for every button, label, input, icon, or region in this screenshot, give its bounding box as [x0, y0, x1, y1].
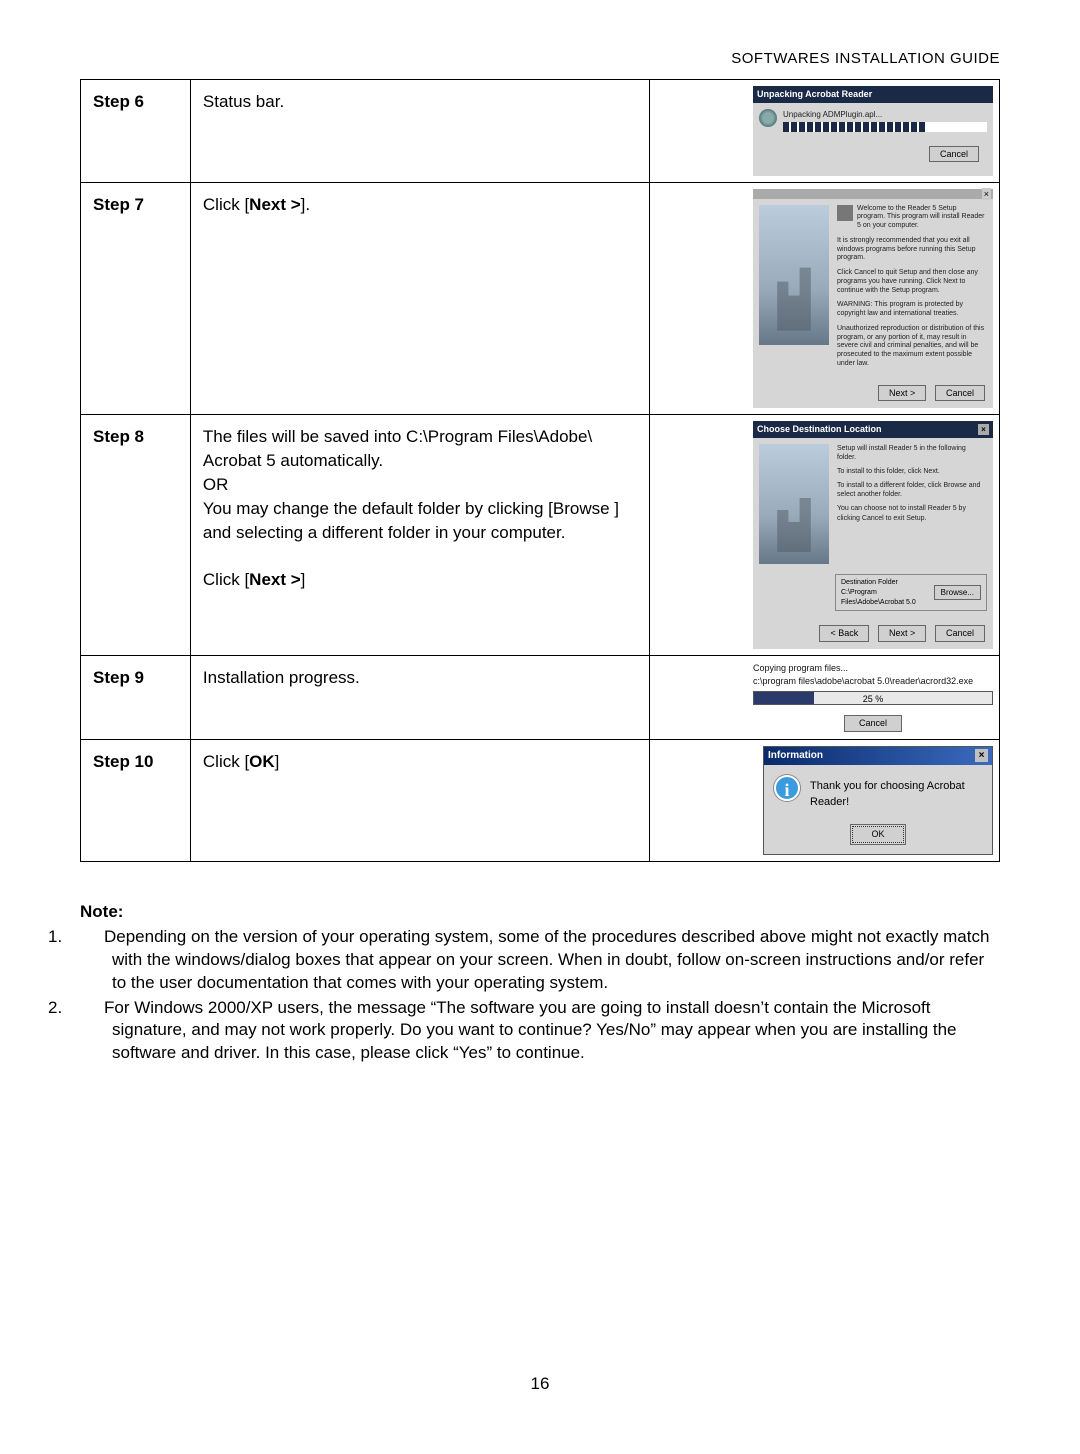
cancel-button[interactable]: Cancel	[929, 146, 979, 163]
close-icon[interactable]: ×	[978, 424, 989, 435]
dialog-titlebar: Unpacking Acrobat Reader	[753, 86, 993, 103]
unpacking-label: Unpacking ADMPlugin.apl...	[783, 109, 987, 120]
step6-screenshot: Unpacking Acrobat Reader Unpacking ADMPl…	[650, 80, 1000, 183]
wizard-text: Unauthorized reproduction or distributio…	[837, 325, 985, 369]
step9-desc: Installation progress.	[190, 656, 649, 740]
step8-label: Step 8	[81, 415, 191, 656]
text: Click [	[203, 195, 249, 214]
text: Acrobat 5 automatically.	[203, 451, 383, 470]
wizard-text: Welcome to the Reader 5 Setup program. T…	[837, 205, 985, 231]
text: Click [	[203, 570, 249, 589]
wizard-text: To install to this folder, click Next.	[837, 467, 985, 476]
note-heading: Note:	[80, 902, 1000, 922]
document-icon	[837, 205, 853, 221]
destination-box: Destination Folder C:\Program Files\Adob…	[835, 574, 987, 611]
progress-percent: 25 %	[863, 694, 884, 704]
text: The files will be saved into C:\Program …	[203, 427, 592, 446]
step10-desc: Click [OK]	[190, 740, 649, 862]
ok-button[interactable]: OK	[852, 826, 903, 843]
text: OR	[203, 475, 229, 494]
text-bold: Next >	[249, 195, 301, 214]
destination-label: Destination Folder	[841, 579, 898, 586]
progress-label: Copying program files...	[753, 662, 993, 675]
step6-label: Step 6	[81, 80, 191, 183]
wizard-text: To install to a different folder, click …	[837, 481, 985, 499]
progress-bar: 25 %	[753, 691, 993, 705]
step9-label: Step 9	[81, 656, 191, 740]
step10-label: Step 10	[81, 740, 191, 862]
note-item-2: 2.For Windows 2000/XP users, the message…	[80, 997, 1000, 1066]
wizard-text: WARNING: This program is protected by co…	[837, 301, 985, 319]
text: ]	[301, 570, 306, 589]
close-icon[interactable]: ×	[975, 749, 988, 762]
step9-screenshot: Copying program files... c:\program file…	[650, 656, 1000, 740]
info-icon: i	[774, 775, 800, 801]
step10-screenshot: Information × i Thank you for choosing A…	[650, 740, 1000, 862]
step6-desc: Status bar.	[190, 80, 649, 183]
cancel-button[interactable]: Cancel	[935, 625, 985, 642]
note-list: 1.Depending on the version of your opera…	[80, 926, 1000, 1066]
page-number: 16	[0, 1374, 1080, 1394]
dialog-titlebar: Choose Destination Location ×	[753, 421, 993, 438]
text: You may change the default folder by cli…	[203, 499, 619, 542]
dialog-title: Unpacking Acrobat Reader	[757, 88, 872, 101]
cancel-button[interactable]: Cancel	[844, 715, 902, 732]
next-button[interactable]: Next >	[878, 625, 926, 642]
step7-screenshot: Welcome to the Reader 5 Setup program. T…	[650, 182, 1000, 415]
back-button[interactable]: < Back	[819, 625, 869, 642]
note-text: Depending on the version of your operati…	[104, 927, 989, 992]
dialog-titlebar	[753, 189, 993, 199]
step7-label: Step 7	[81, 182, 191, 415]
dialog-message: Thank you for choosing Acrobat Reader!	[810, 775, 982, 810]
wizard-banner-image	[759, 205, 829, 345]
wizard-text: Click Cancel to quit Setup and then clos…	[837, 269, 985, 295]
wizard-text: You can choose not to install Reader 5 b…	[837, 504, 985, 522]
step8-screenshot: Choose Destination Location × Setup will…	[650, 415, 1000, 656]
page-header: SOFTWARES INSTALLATION GUIDE	[80, 50, 1000, 67]
text-bold: Next >	[249, 570, 301, 589]
globe-icon	[759, 109, 777, 127]
steps-table: Step 6 Status bar. Unpacking Acrobat Rea…	[80, 79, 1000, 862]
text: ]	[275, 752, 280, 771]
wizard-text: Setup will install Reader 5 in the follo…	[837, 444, 985, 462]
browse-button[interactable]: Browse...	[934, 585, 981, 600]
wizard-text: It is strongly recommended that you exit…	[837, 237, 985, 263]
dialog-titlebar: Information ×	[764, 747, 992, 765]
text: Click [	[203, 752, 249, 771]
step7-desc: Click [Next >].	[190, 182, 649, 415]
note-text: For Windows 2000/XP users, the message “…	[104, 998, 957, 1063]
progress-bar	[783, 122, 987, 132]
destination-path: C:\Program Files\Adobe\Acrobat 5.0	[841, 589, 916, 606]
wizard-banner-image	[759, 444, 829, 564]
progress-path: c:\program files\adobe\acrobat 5.0\reade…	[753, 675, 993, 688]
text-bold: OK	[249, 752, 275, 771]
next-button[interactable]: Next >	[878, 385, 926, 402]
step8-desc: The files will be saved into C:\Program …	[190, 415, 649, 656]
dialog-title: Choose Destination Location	[757, 423, 882, 436]
dialog-title: Information	[768, 749, 823, 763]
cancel-button[interactable]: Cancel	[935, 385, 985, 402]
text: ].	[301, 195, 310, 214]
note-item-1: 1.Depending on the version of your opera…	[80, 926, 1000, 995]
